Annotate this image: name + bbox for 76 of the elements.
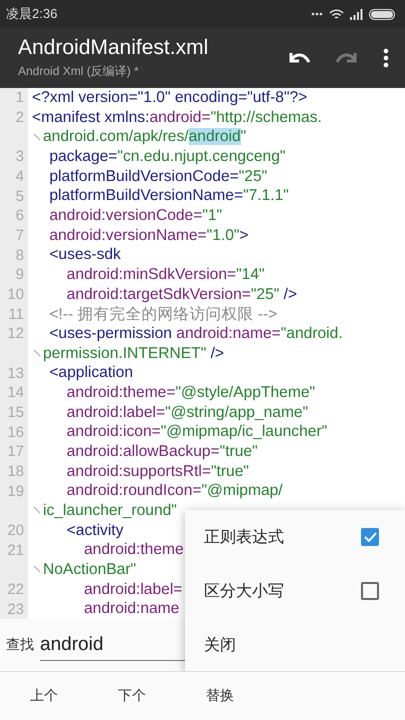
wrap-mark-icon xyxy=(33,349,42,358)
undo-icon xyxy=(287,51,311,65)
line-number: 4 xyxy=(16,168,24,186)
file-type-subtitle: Android Xml (反编译) * xyxy=(18,63,140,80)
code-line: permission.INTERNET" /> xyxy=(43,344,224,363)
code-line: <uses-permission android:name="android. xyxy=(48,324,343,343)
find-nav-button[interactable]: 下个 xyxy=(88,686,176,706)
line-number: 1 xyxy=(16,89,24,106)
code-line: android:theme xyxy=(82,541,184,560)
code-line: platformBuildVersionName="7.1.1" xyxy=(48,187,289,206)
checkbox[interactable] xyxy=(361,582,379,600)
line-number: 14 xyxy=(7,384,24,402)
code-line: platformBuildVersionCode="25" xyxy=(48,168,268,186)
line-number: 20 xyxy=(7,522,24,540)
code-line: android.com/apk/res/android" xyxy=(43,128,246,146)
checkbox[interactable] xyxy=(361,528,379,546)
dots-icon xyxy=(311,12,323,16)
code-line: ic_launcher_round" xyxy=(43,502,177,520)
line-number: 6 xyxy=(16,207,24,224)
code-line: android:icon="@mipmap/ic_launcher" xyxy=(66,423,328,442)
line-number: 7 xyxy=(16,227,24,244)
find-nav-button[interactable]: 替换 xyxy=(176,686,264,706)
line-number: 13 xyxy=(7,364,24,382)
code-line: android:minSdkVersion="14" xyxy=(66,266,265,284)
line-number: 12 xyxy=(7,325,24,342)
file-title: AndroidManifest.xml xyxy=(18,36,210,60)
code-line: <!-- 拥有完全的网络访问权限 --> xyxy=(48,304,278,325)
code-line: android:targetSdkVersion="25" /> xyxy=(66,286,298,304)
line-number: 11 xyxy=(8,306,24,323)
line-number: 23 xyxy=(7,600,24,618)
line-number: 5 xyxy=(16,188,24,205)
wrap-mark-icon xyxy=(33,565,42,574)
line-number: 2 xyxy=(16,109,24,126)
wifi-icon xyxy=(329,8,344,20)
find-field[interactable]: android xyxy=(40,630,190,660)
code-line: android:supportsRtl="true" xyxy=(66,462,249,481)
status-time: 凌晨2:36 xyxy=(6,5,58,23)
line-number: 21 xyxy=(7,542,24,559)
line-number: 3 xyxy=(16,148,24,166)
code-line: NoActionBar" xyxy=(43,560,136,579)
wrap-mark-icon xyxy=(33,506,42,516)
find-label: 查找 xyxy=(6,636,34,654)
signal-icon xyxy=(350,8,363,20)
code-line: <activity xyxy=(66,522,124,540)
battery-icon xyxy=(369,8,395,20)
code-line: android:label="@string/app_name" xyxy=(66,404,308,422)
line-number: 18 xyxy=(7,463,24,480)
find-nav-button[interactable]: 上个 xyxy=(0,686,88,706)
code-line: <manifest xmlns:android="http://schemas. xyxy=(32,108,322,126)
code-line: <application xyxy=(48,364,133,382)
code-line: package="cn.edu.njupt.cengceng" xyxy=(48,148,286,166)
menu-item-label: 区分大小写 xyxy=(204,582,284,602)
line-number: 8 xyxy=(16,246,24,264)
code-line: <?xml version="1.0" encoding="utf-8"?> xyxy=(32,88,308,107)
code-line: <uses-sdk xyxy=(48,246,121,264)
menu-item[interactable]: 正则表达式 xyxy=(185,510,405,564)
wrap-mark-icon xyxy=(33,132,42,142)
line-number: 19 xyxy=(7,482,24,500)
code-line: android:name xyxy=(82,600,180,618)
menu-item-label: 关闭 xyxy=(204,636,236,656)
code-line: android:roundIcon="@mipmap/ xyxy=(66,482,283,500)
line-number: 15 xyxy=(7,404,24,422)
more-icon xyxy=(383,48,389,68)
menu-item[interactable]: 区分大小写 xyxy=(185,564,405,618)
code-line: android:versionCode="1" xyxy=(48,206,222,225)
line-number: 16 xyxy=(7,424,24,441)
menu-item-label: 正则表达式 xyxy=(204,528,284,548)
redo-icon xyxy=(335,51,359,65)
line-number: 9 xyxy=(16,266,24,284)
code-line: android:versionName="1.0"> xyxy=(48,226,249,245)
line-number: 22 xyxy=(7,581,24,598)
code-line: android:allowBackup="true" xyxy=(66,442,258,461)
line-number: 17 xyxy=(7,443,24,460)
line-number: 10 xyxy=(7,286,24,304)
code-line: android:theme="@style/AppTheme" xyxy=(66,384,316,402)
code-line: android:label= xyxy=(82,580,182,599)
